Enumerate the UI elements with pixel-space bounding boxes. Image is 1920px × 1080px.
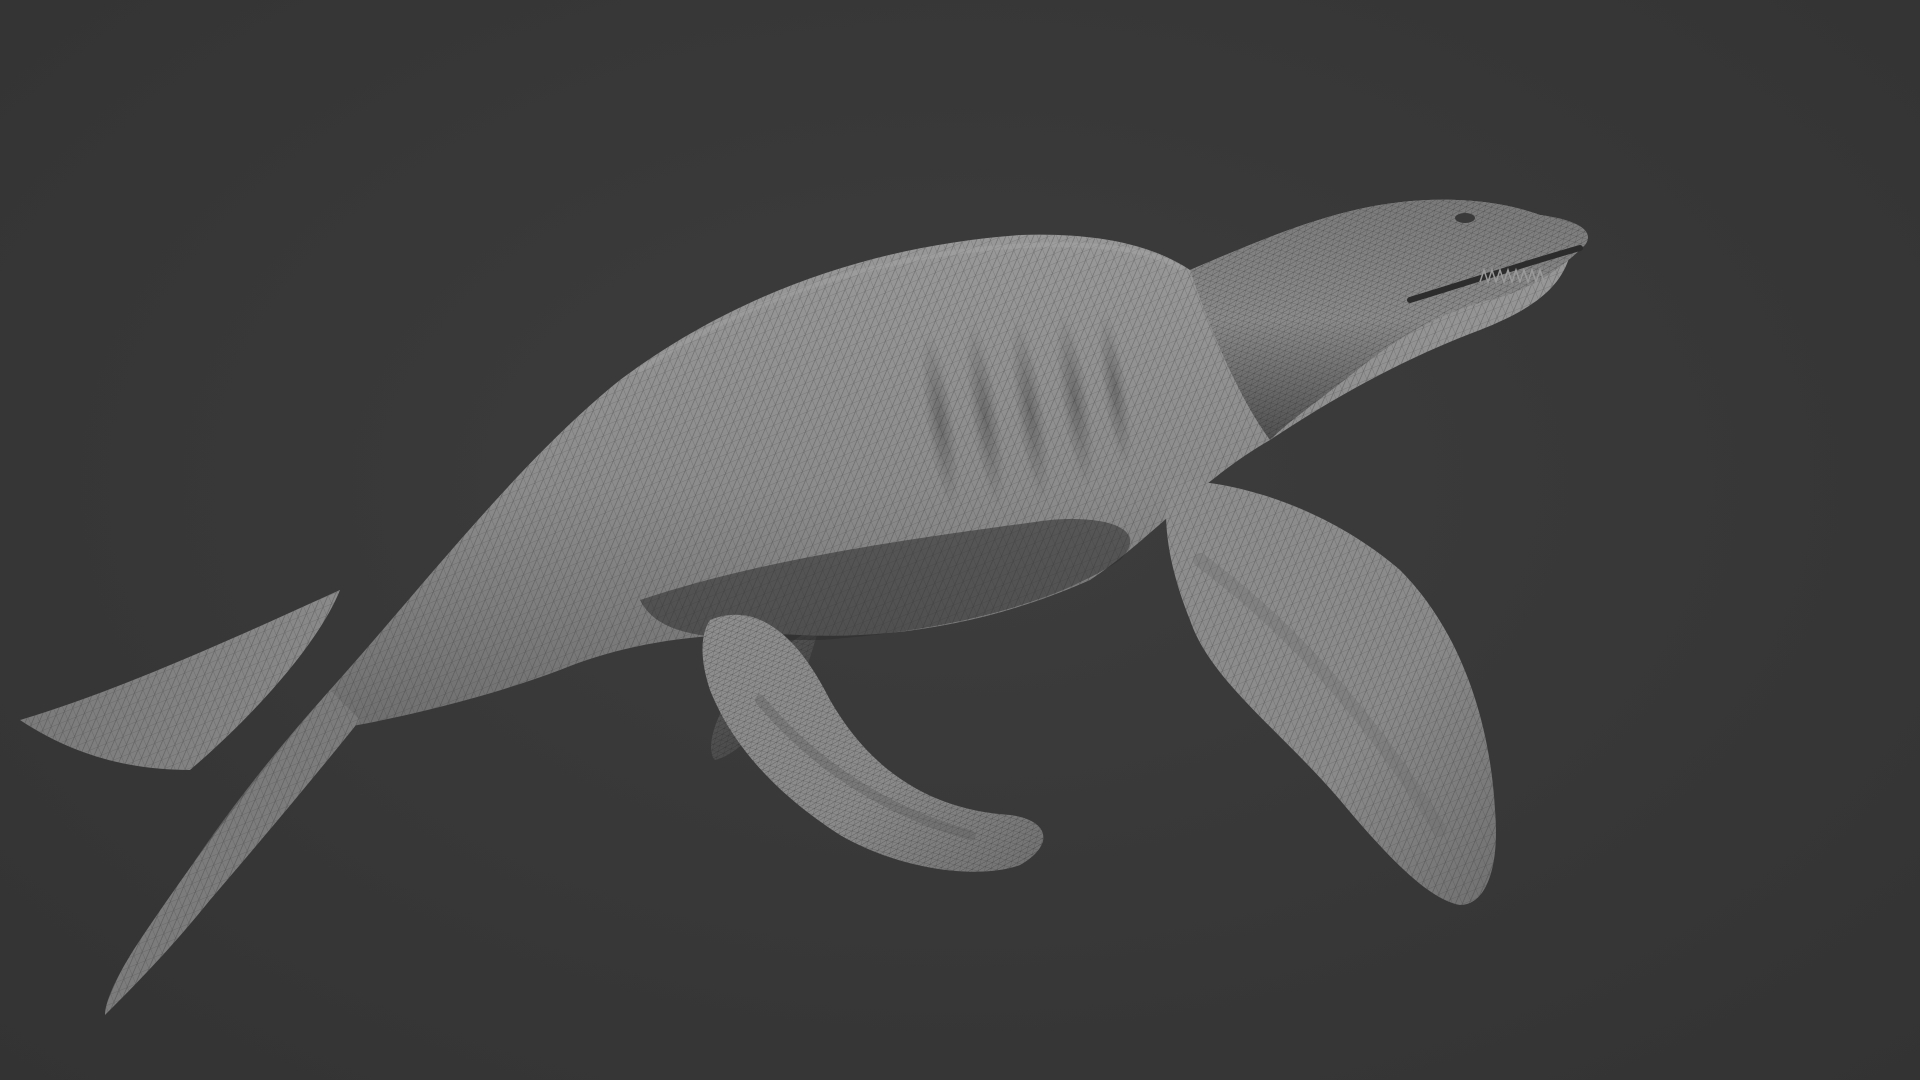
front-flipper bbox=[1166, 480, 1496, 905]
3d-viewport[interactable] bbox=[0, 0, 1920, 1080]
head bbox=[1190, 199, 1588, 440]
near-rear-flipper bbox=[702, 614, 1044, 872]
pliosaur-sculpt-render bbox=[20, 199, 1588, 1015]
